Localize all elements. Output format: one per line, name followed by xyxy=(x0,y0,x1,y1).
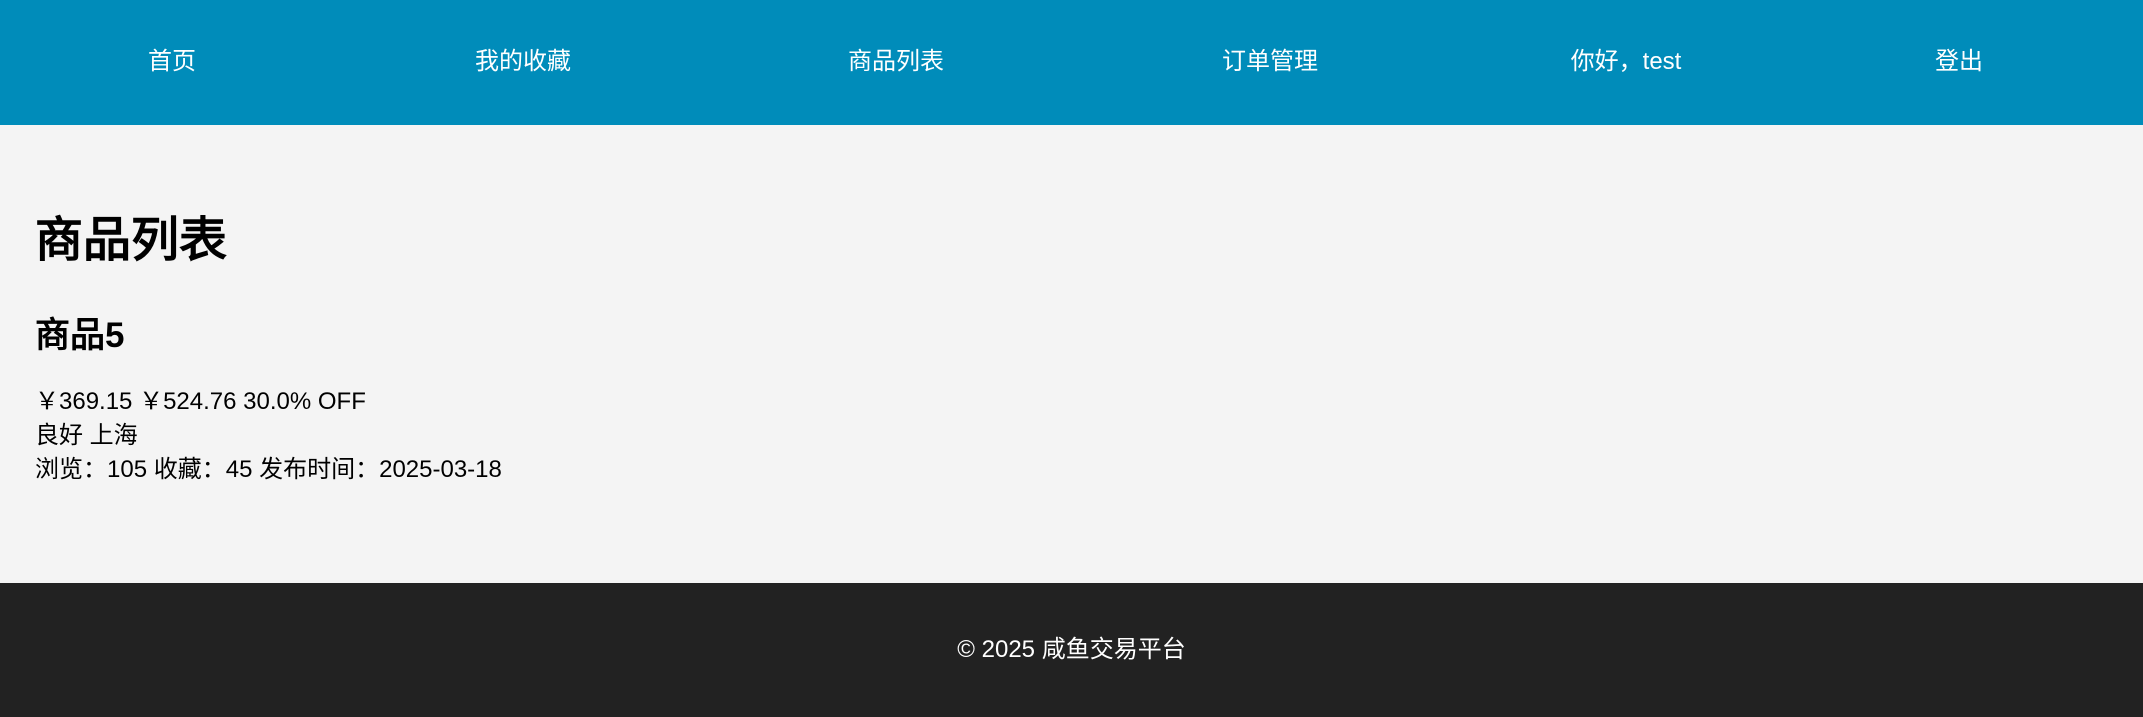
nav-logout-link[interactable]: 登出 xyxy=(1935,0,1983,125)
product-condition: 良好 xyxy=(35,422,83,449)
product-location: 上海 xyxy=(89,422,138,449)
product-name[interactable]: 商品5 xyxy=(35,315,935,357)
favorites-count: 45 xyxy=(225,456,253,483)
product-original-price: ￥524.76 xyxy=(139,388,237,415)
product-card[interactable]: 商品5 ￥369.15 ￥524.76 30.0% OFF 良好 上海 浏览：1… xyxy=(35,315,935,487)
nav-user-greeting[interactable]: 你好，test xyxy=(1571,0,1682,125)
product-price-line: ￥369.15 ￥524.76 30.0% OFF xyxy=(35,385,935,419)
footer: © 2025 咸鱼交易平台 xyxy=(0,583,2143,717)
published-date: 2025-03-18 xyxy=(379,456,502,483)
product-price: ￥369.15 xyxy=(35,388,133,415)
favorites-label: 收藏： xyxy=(153,456,226,483)
nav-home-link[interactable]: 首页 xyxy=(148,0,196,125)
main-content: 商品列表 商品5 ￥369.15 ￥524.76 30.0% OFF 良好 上海… xyxy=(0,125,2143,583)
views-count: 105 xyxy=(107,456,148,483)
product-meta-line: 良好 上海 xyxy=(35,419,935,453)
views-label: 浏览： xyxy=(35,456,107,483)
published-label: 发布时间： xyxy=(259,456,380,483)
nav-products-link[interactable]: 商品列表 xyxy=(848,0,944,125)
footer-copyright: © 2025 咸鱼交易平台 xyxy=(957,636,1186,663)
product-stats-line: 浏览：105 收藏：45 发布时间：2025-03-18 xyxy=(35,453,935,487)
top-nav: 首页 我的收藏 商品列表 订单管理 你好，test 登出 xyxy=(0,0,2143,125)
nav-favorites-link[interactable]: 我的收藏 xyxy=(475,0,571,125)
page-title: 商品列表 xyxy=(35,214,228,267)
nav-orders-link[interactable]: 订单管理 xyxy=(1222,0,1318,125)
product-discount: 30.0% OFF xyxy=(243,388,366,415)
